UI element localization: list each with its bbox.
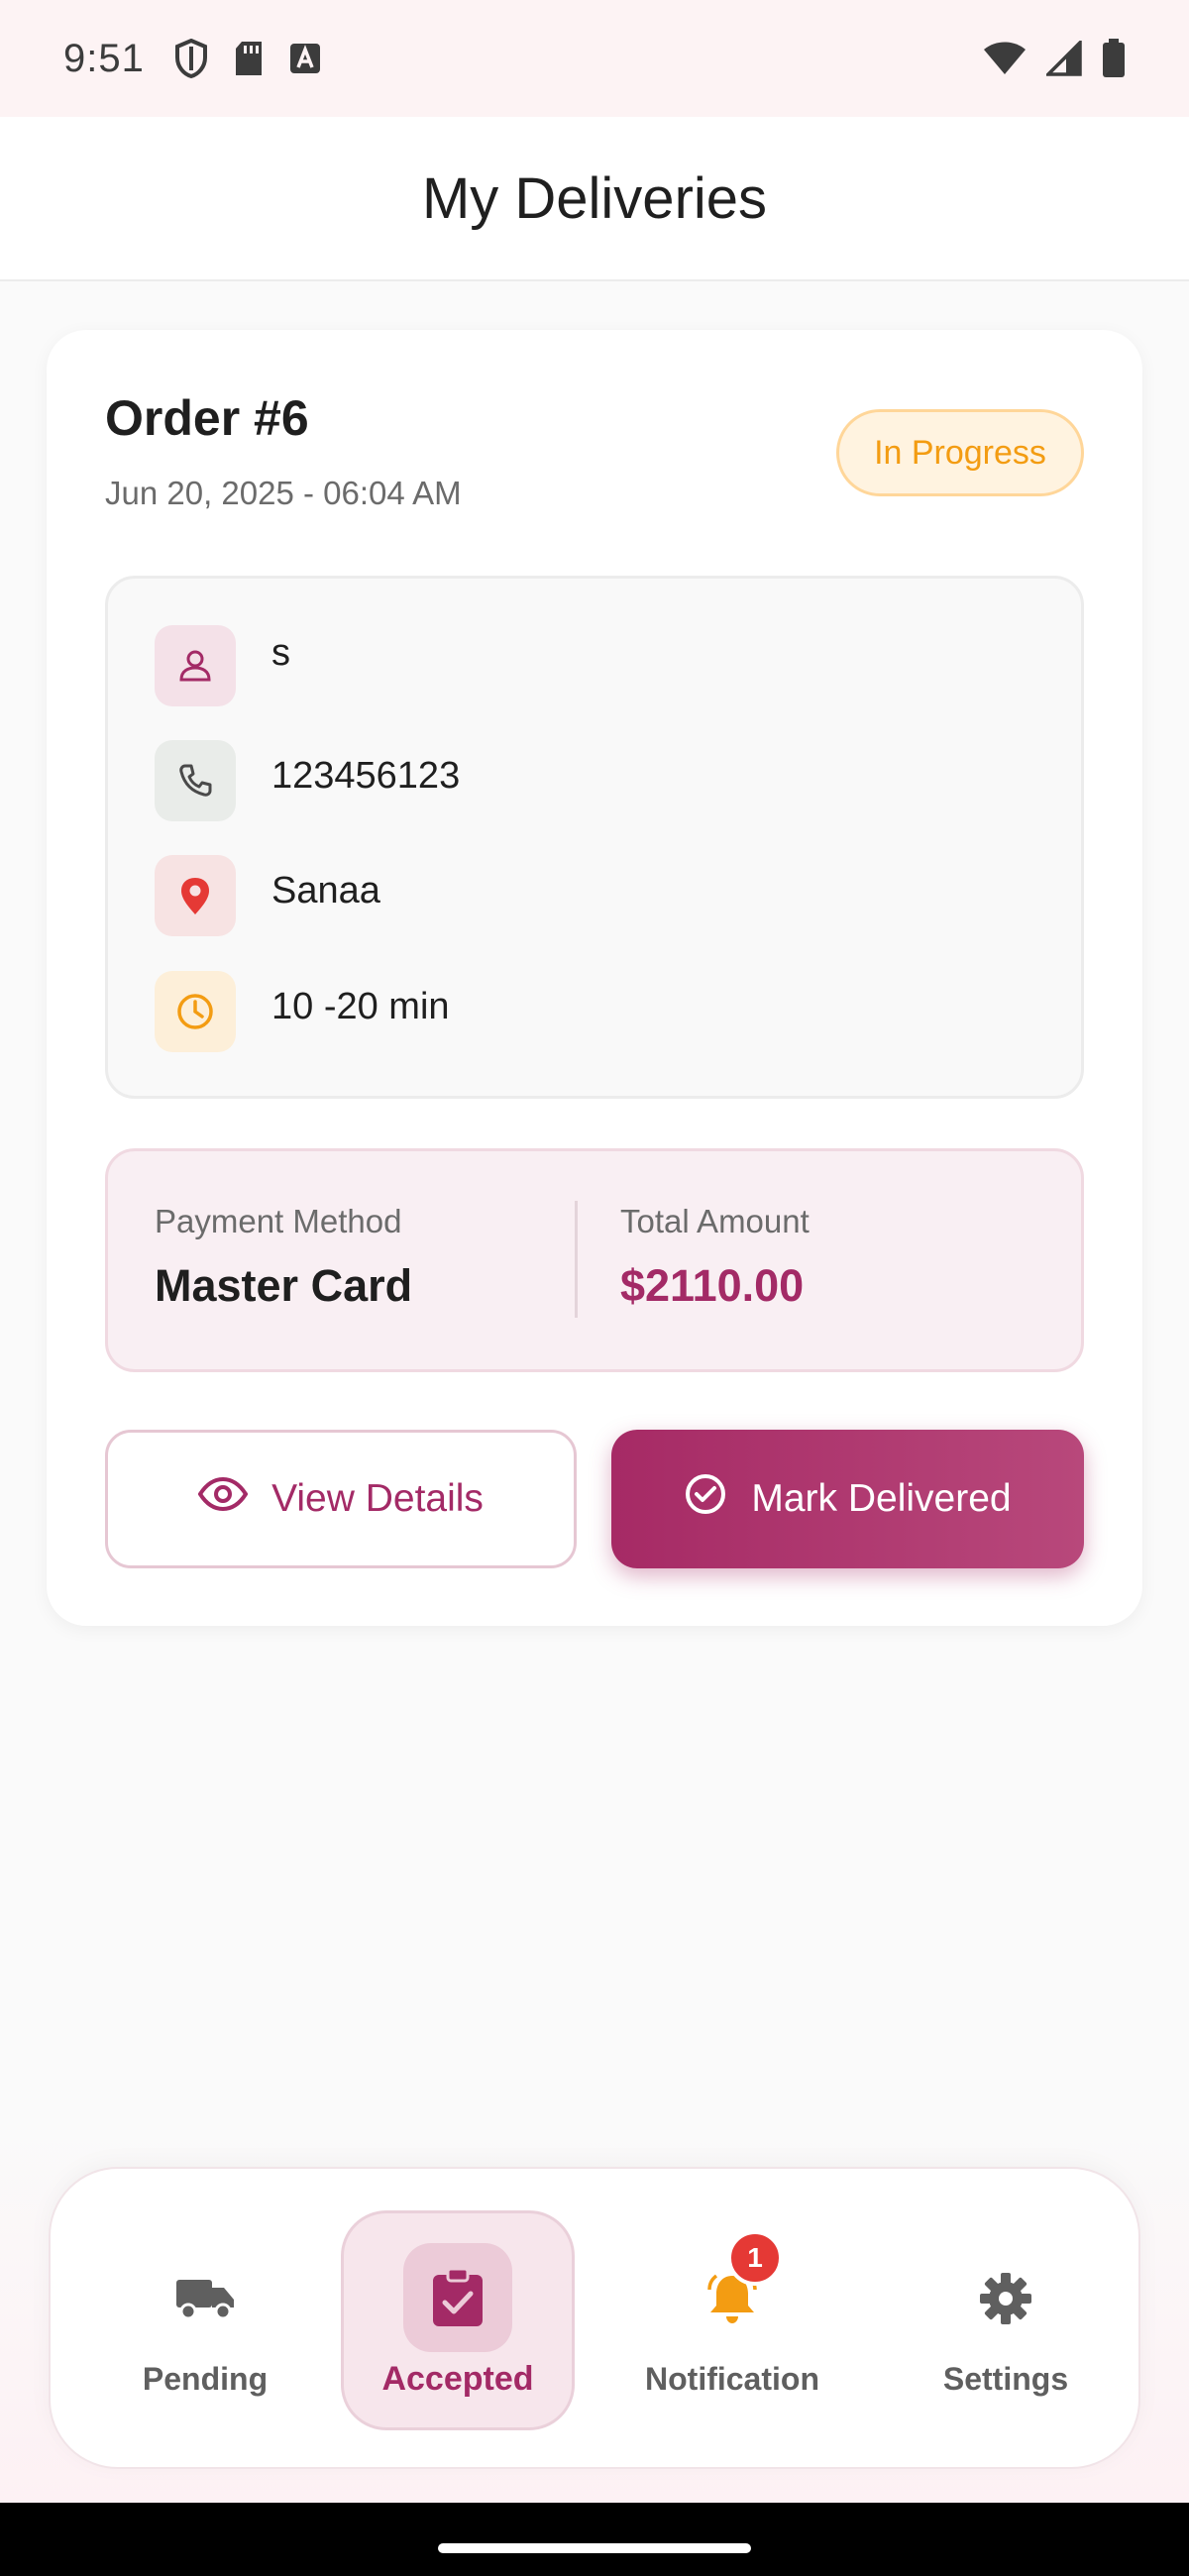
nav-label-accepted: Accepted (381, 2359, 534, 2398)
status-badge: In Progress (836, 409, 1084, 496)
total-amount-value: $2110.00 (620, 1260, 805, 1311)
notification-badge: 1 (727, 2229, 783, 2286)
payment-method-value: Master Card (155, 1260, 413, 1311)
nav-label-notification: Notification (645, 2360, 819, 2397)
mark-delivered-button[interactable]: Mark Delivered (611, 1430, 1084, 1568)
gesture-handle[interactable] (438, 2543, 751, 2553)
nav-item-accepted[interactable]: Accepted (341, 2210, 575, 2430)
screen: 9:51 My Deliveries Order #6 Jun 20, 2025… (0, 0, 1189, 2576)
payment-divider (575, 1201, 578, 1318)
check-circle-icon (684, 1472, 727, 1526)
nav-item-notification[interactable]: 1 Notification (615, 2210, 849, 2430)
nav-item-settings[interactable]: Settings (889, 2210, 1123, 2430)
nav-item-pending[interactable]: Pending (88, 2210, 322, 2430)
wifi-icon (983, 41, 1027, 76)
eye-icon (197, 1476, 249, 1521)
status-time: 9:51 (63, 36, 145, 80)
clipboard-check-icon (403, 2242, 512, 2352)
status-bar: 9:51 (0, 0, 1189, 117)
payment-method-label: Payment Method (155, 1203, 402, 1239)
truck-icon (151, 2244, 260, 2353)
customer-phone-row: 123456123 (155, 740, 460, 821)
nav-label-pending: Pending (142, 2360, 269, 2397)
signal-icon (1046, 41, 1082, 76)
customer-phone[interactable]: 123456123 (271, 755, 460, 798)
customer-address: Sanaa (271, 869, 380, 912)
order-card: Order #6 Jun 20, 2025 - 06:04 AM In Prog… (47, 330, 1142, 1626)
clock-icon (155, 971, 236, 1052)
bell-icon: 1 (678, 2229, 787, 2353)
view-details-label: View Details (271, 1477, 484, 1520)
order-date: Jun 20, 2025 - 06:04 AM (105, 475, 462, 511)
nav-label-settings: Settings (942, 2360, 1069, 2397)
delivery-time: 10 -20 min (271, 985, 450, 1027)
customer-name: s (271, 631, 290, 674)
customer-info-box: s 123456123 Sanaa 10 -20 min (105, 576, 1084, 1099)
system-gesture-area (0, 2503, 1189, 2576)
status-left-icons (174, 39, 321, 78)
location-pin-icon (155, 855, 236, 936)
shield-icon (174, 39, 208, 78)
keyboard-a-icon (289, 43, 321, 74)
delivery-time-row: 10 -20 min (155, 971, 450, 1052)
view-details-button[interactable]: View Details (105, 1430, 577, 1568)
payment-summary: Payment Method Master Card Total Amount … (105, 1148, 1084, 1372)
gear-icon (951, 2244, 1060, 2353)
customer-address-row: Sanaa (155, 855, 380, 936)
total-amount-label: Total Amount (620, 1203, 810, 1239)
phone-icon (155, 740, 236, 821)
sd-card-icon (234, 40, 264, 77)
bottom-nav: Pending Accepted 1 Notification Settings (49, 2167, 1140, 2469)
customer-name-row: s (155, 625, 290, 706)
order-title: Order #6 (105, 390, 309, 446)
mark-delivered-label: Mark Delivered (751, 1477, 1012, 1520)
battery-icon (1102, 39, 1126, 78)
status-right-icons (983, 39, 1126, 78)
page-title: My Deliveries (421, 165, 768, 231)
app-bar: My Deliveries (0, 117, 1189, 281)
person-icon (155, 625, 236, 706)
